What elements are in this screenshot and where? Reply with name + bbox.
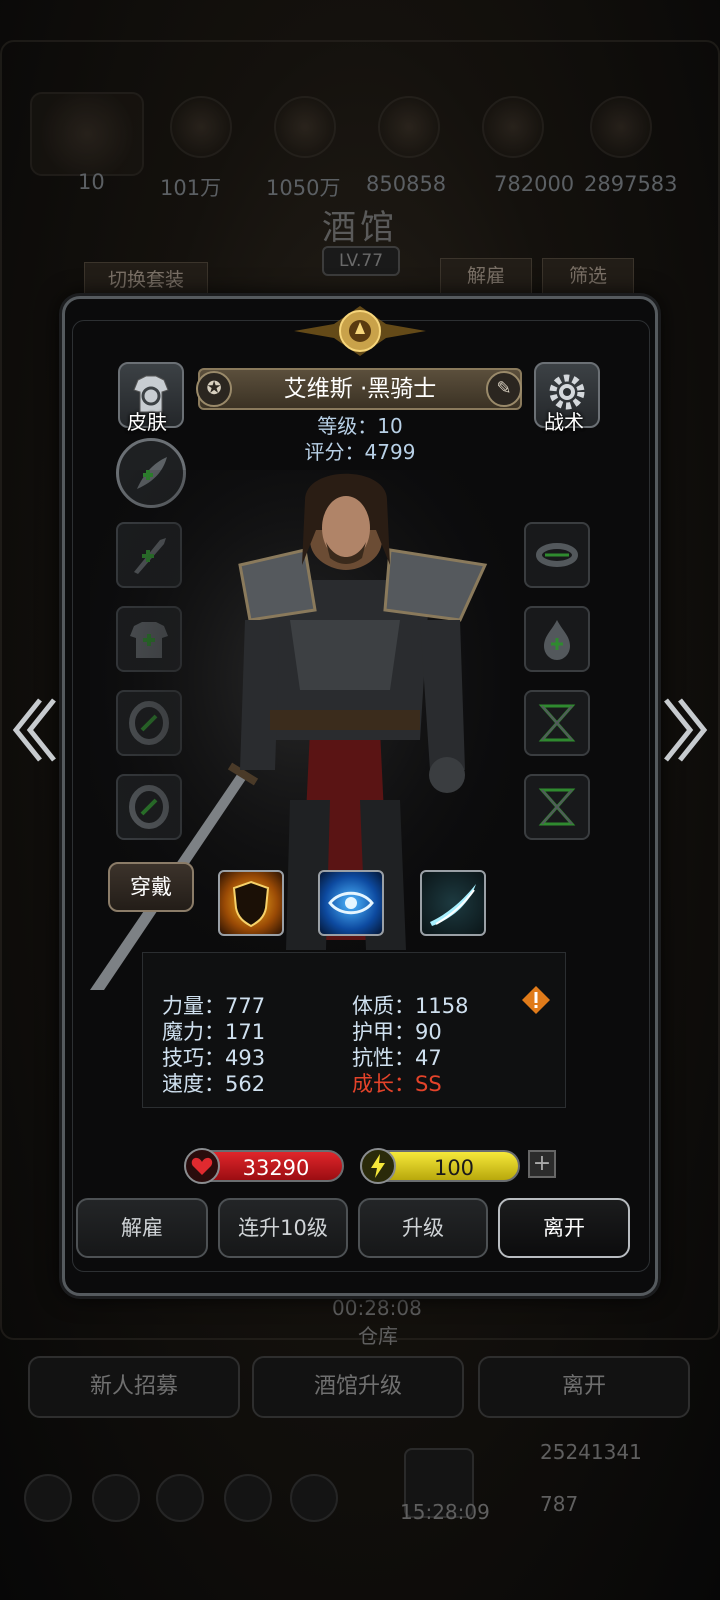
rune-icon: [538, 704, 576, 742]
skill-2[interactable]: [318, 870, 384, 936]
resource-icon-5: [590, 96, 652, 158]
hero-name: 艾维斯 ·黑骑士: [283, 376, 437, 402]
resource-icon-3: [378, 96, 440, 158]
hero-score: 评分：4799: [304, 440, 416, 464]
bg-warehouse: 仓库: [358, 1324, 398, 1348]
sun-emblem-icon: [294, 306, 426, 356]
resource-value-4: 782000: [494, 172, 575, 196]
bg-gems: 787: [540, 1492, 579, 1516]
lightning-icon: [360, 1148, 396, 1184]
rune-icon: [538, 788, 576, 826]
upgrade-button[interactable]: 升级: [358, 1198, 488, 1258]
skill-1[interactable]: [218, 870, 284, 936]
bg-bottom-icon-2: [92, 1474, 140, 1522]
prev-hero-arrow-icon[interactable]: [10, 694, 58, 766]
stat-speed: 速度：562: [162, 1072, 266, 1096]
amulet-icon: [536, 543, 578, 567]
bg-bottom-icon-4: [224, 1474, 272, 1522]
slash-skill-icon: [430, 884, 476, 926]
resource-value-1: 101万: [160, 176, 222, 200]
bg-recruit-button: 新人招募: [28, 1356, 240, 1418]
resource-icon-4: [482, 96, 544, 158]
bg-bottom-icon-3: [156, 1474, 204, 1522]
skin-label: 皮肤: [127, 410, 167, 434]
bg-clock: 15:28:09: [400, 1500, 490, 1524]
level-up-10-button[interactable]: 连升10级: [218, 1198, 348, 1258]
bg-upgrade-tavern-button: 酒馆升级: [252, 1356, 464, 1418]
player-avatar: [30, 92, 144, 176]
switch-set-tab: 切换套装: [84, 262, 208, 298]
shield-skill-icon: [232, 880, 270, 928]
warning-icon[interactable]: [520, 984, 552, 1016]
next-hero-arrow-icon[interactable]: [662, 694, 710, 766]
tactics-label: 战术: [544, 410, 584, 434]
resource-icon-2: [274, 96, 336, 158]
rune-slot-2[interactable]: [524, 774, 590, 840]
hero-level: 等级：10: [317, 414, 403, 438]
resource-prefix: 10: [78, 170, 105, 194]
wear-button[interactable]: 穿戴: [108, 862, 194, 912]
resource-value-3: 850858: [366, 172, 447, 196]
heart-icon: [184, 1148, 220, 1184]
bg-timer: 00:28:08: [332, 1296, 422, 1320]
bg-filter-tab: 筛选: [542, 258, 634, 294]
eye-skill-icon: [328, 891, 374, 915]
flame-icon: [544, 620, 570, 660]
bg-bottom-icon-5: [290, 1474, 338, 1522]
bg-bottom-icon-1: [24, 1474, 72, 1522]
leave-button[interactable]: 离开: [498, 1198, 630, 1258]
stat-growth: 成长：SS: [352, 1072, 442, 1096]
bg-gold: 25241341: [540, 1440, 642, 1464]
amulet-slot[interactable]: [524, 522, 590, 588]
rune-slot-1[interactable]: [524, 690, 590, 756]
resource-icon-1: [170, 96, 232, 158]
edit-icon[interactable]: ✎: [486, 371, 522, 407]
add-energy-button[interactable]: +: [528, 1150, 556, 1178]
resource-value-2: 1050万: [266, 176, 341, 200]
skill-3[interactable]: [420, 870, 486, 936]
bg-leave-button: 离开: [478, 1356, 690, 1418]
tavern-title: 酒馆: [322, 208, 398, 248]
tavern-level: LV.77: [322, 246, 400, 276]
bg-dismiss-tab: 解雇: [440, 258, 532, 294]
dismiss-button[interactable]: 解雇: [76, 1198, 208, 1258]
resource-value-5: 2897583: [584, 172, 678, 196]
flame-slot[interactable]: [524, 606, 590, 672]
